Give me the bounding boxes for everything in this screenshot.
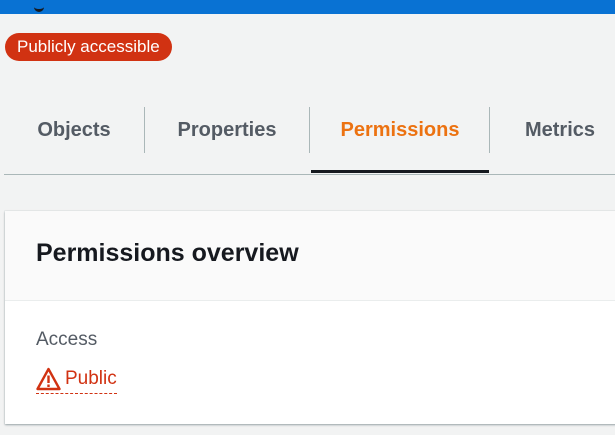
tab-metrics[interactable]: Metrics: [490, 102, 615, 172]
cut-off-title-glyph: [34, 6, 48, 14]
access-public-link[interactable]: Public: [36, 365, 117, 394]
tab-properties[interactable]: Properties: [145, 102, 309, 172]
panel-title: Permissions overview: [36, 239, 299, 267]
access-label: Access: [36, 329, 98, 350]
access-value-text: Public: [65, 368, 117, 389]
tab-permissions[interactable]: Permissions: [311, 102, 489, 173]
permissions-overview-panel: Permissions overview Access Public: [5, 211, 615, 424]
tab-objects[interactable]: Objects: [4, 102, 144, 172]
warning-icon: [36, 367, 61, 391]
publicly-accessible-badge: Publicly accessible: [5, 33, 172, 61]
panel-header: Permissions overview: [5, 211, 615, 301]
bucket-tabs: Objects Properties Permissions Metrics: [4, 102, 615, 175]
tab-divider: [309, 107, 310, 153]
top-bar: [0, 0, 615, 14]
